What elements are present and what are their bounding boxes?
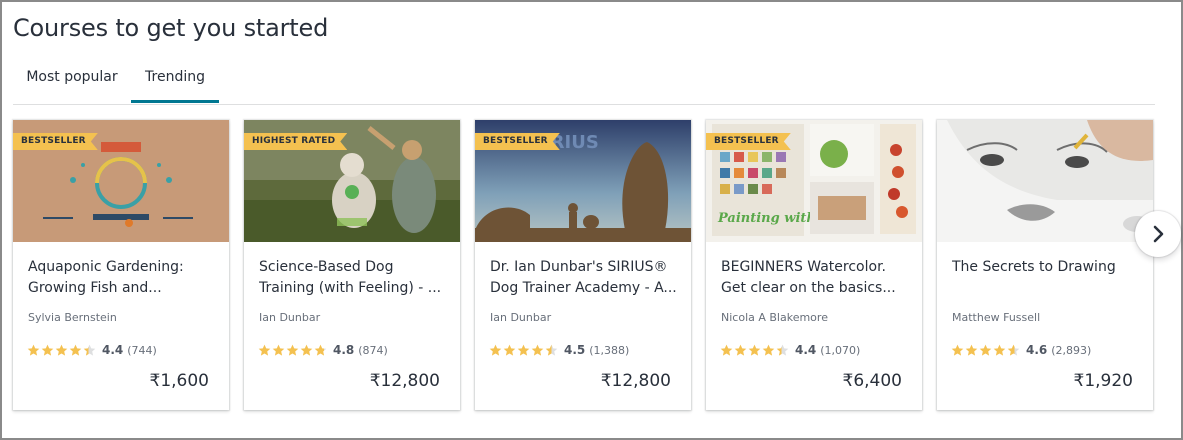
star-icon (545, 344, 558, 356)
star-icon (734, 344, 747, 356)
star-icon (762, 344, 775, 356)
course-card[interactable]: BESTSELLER Aquaponic Gardening: Growing … (13, 120, 229, 410)
course-rating: 4.5 (1,388) (489, 342, 629, 358)
star-icon (720, 344, 733, 356)
star-icon (776, 344, 789, 356)
star-rating (258, 344, 328, 357)
course-rating: 4.8 (874) (258, 342, 388, 358)
star-icon (531, 344, 544, 356)
star-icon (748, 344, 761, 356)
review-count: (874) (358, 343, 388, 357)
bestseller-badge: BESTSELLER (475, 133, 560, 150)
rating-value: 4.4 (795, 343, 817, 357)
tab-most-popular[interactable]: Most popular (13, 62, 131, 103)
star-icon (951, 344, 964, 356)
course-card[interactable]: The Secrets to Drawing Matthew Fussell 4… (937, 120, 1153, 410)
rating-value: 4.8 (333, 343, 355, 357)
course-title[interactable]: BEGINNERS Watercolor. Get clear on the b… (721, 257, 909, 299)
tab-trending[interactable]: Trending (131, 62, 219, 103)
course-card[interactable]: Painting with Nicola BESTSELLER BEGINNER… (706, 120, 922, 410)
star-icon (489, 344, 502, 356)
bestseller-badge: BESTSELLER (13, 133, 98, 150)
course-title[interactable]: The Secrets to Drawing (952, 257, 1140, 278)
star-icon (300, 344, 313, 356)
star-icon (1007, 344, 1020, 356)
star-icon (503, 344, 516, 356)
rating-value: 4.4 (102, 343, 124, 357)
star-icon (517, 344, 530, 356)
course-author: Matthew Fussell (952, 311, 1041, 324)
next-carousel-button[interactable] (1135, 211, 1181, 257)
star-icon (286, 344, 299, 356)
course-author: Sylvia Bernstein (28, 311, 117, 324)
course-title[interactable]: Science-Based Dog Training (with Feeling… (259, 257, 447, 299)
highest-rated-badge: HIGHEST RATED (244, 133, 347, 150)
rating-value: 4.5 (564, 343, 586, 357)
review-count: (1,388) (589, 343, 630, 357)
course-price: ₹1,920 (1073, 371, 1133, 391)
star-rating (27, 344, 97, 357)
course-rating: 4.6 (2,893) (951, 342, 1091, 358)
review-count: (1,070) (820, 343, 861, 357)
rating-value: 4.6 (1026, 343, 1048, 357)
star-icon (272, 344, 285, 356)
course-rating: 4.4 (744) (27, 342, 157, 358)
bestseller-badge: BESTSELLER (706, 133, 791, 150)
star-icon (258, 344, 271, 356)
review-count: (2,893) (1051, 343, 1092, 357)
section-title: Courses to get you started (13, 14, 329, 42)
course-author: Nicola A Blakemore (721, 311, 828, 324)
course-rating: 4.4 (1,070) (720, 342, 860, 358)
star-icon (979, 344, 992, 356)
star-rating (489, 344, 559, 357)
star-icon (69, 344, 82, 356)
star-rating (720, 344, 790, 357)
star-icon (27, 344, 40, 356)
star-icon (41, 344, 54, 356)
course-price: ₹1,600 (149, 371, 209, 391)
star-icon (965, 344, 978, 356)
course-price: ₹12,800 (600, 371, 671, 391)
course-price: ₹6,400 (842, 371, 902, 391)
star-icon (993, 344, 1006, 356)
course-author: Ian Dunbar (259, 311, 321, 324)
courses-section: Courses to get you started Most popular … (0, 0, 1183, 440)
course-title[interactable]: Aquaponic Gardening: Growing Fish and... (28, 257, 216, 299)
star-icon (314, 344, 327, 356)
course-thumbnail[interactable] (937, 120, 1153, 242)
star-icon (55, 344, 68, 356)
star-icon (83, 344, 96, 356)
course-title[interactable]: Dr. Ian Dunbar's SIRIUS® Dog Trainer Aca… (490, 257, 678, 299)
course-tabs: Most popular Trending (13, 62, 1155, 105)
chevron-right-icon (1153, 225, 1164, 243)
review-count: (744) (127, 343, 157, 357)
course-card[interactable]: HIGHEST RATED Science-Based Dog Training… (244, 120, 460, 410)
course-price: ₹12,800 (369, 371, 440, 391)
star-rating (951, 344, 1021, 357)
course-author: Ian Dunbar (490, 311, 552, 324)
course-card[interactable]: SIRIUS BESTSELLER Dr. Ian Dunbar's SIRIU… (475, 120, 691, 410)
